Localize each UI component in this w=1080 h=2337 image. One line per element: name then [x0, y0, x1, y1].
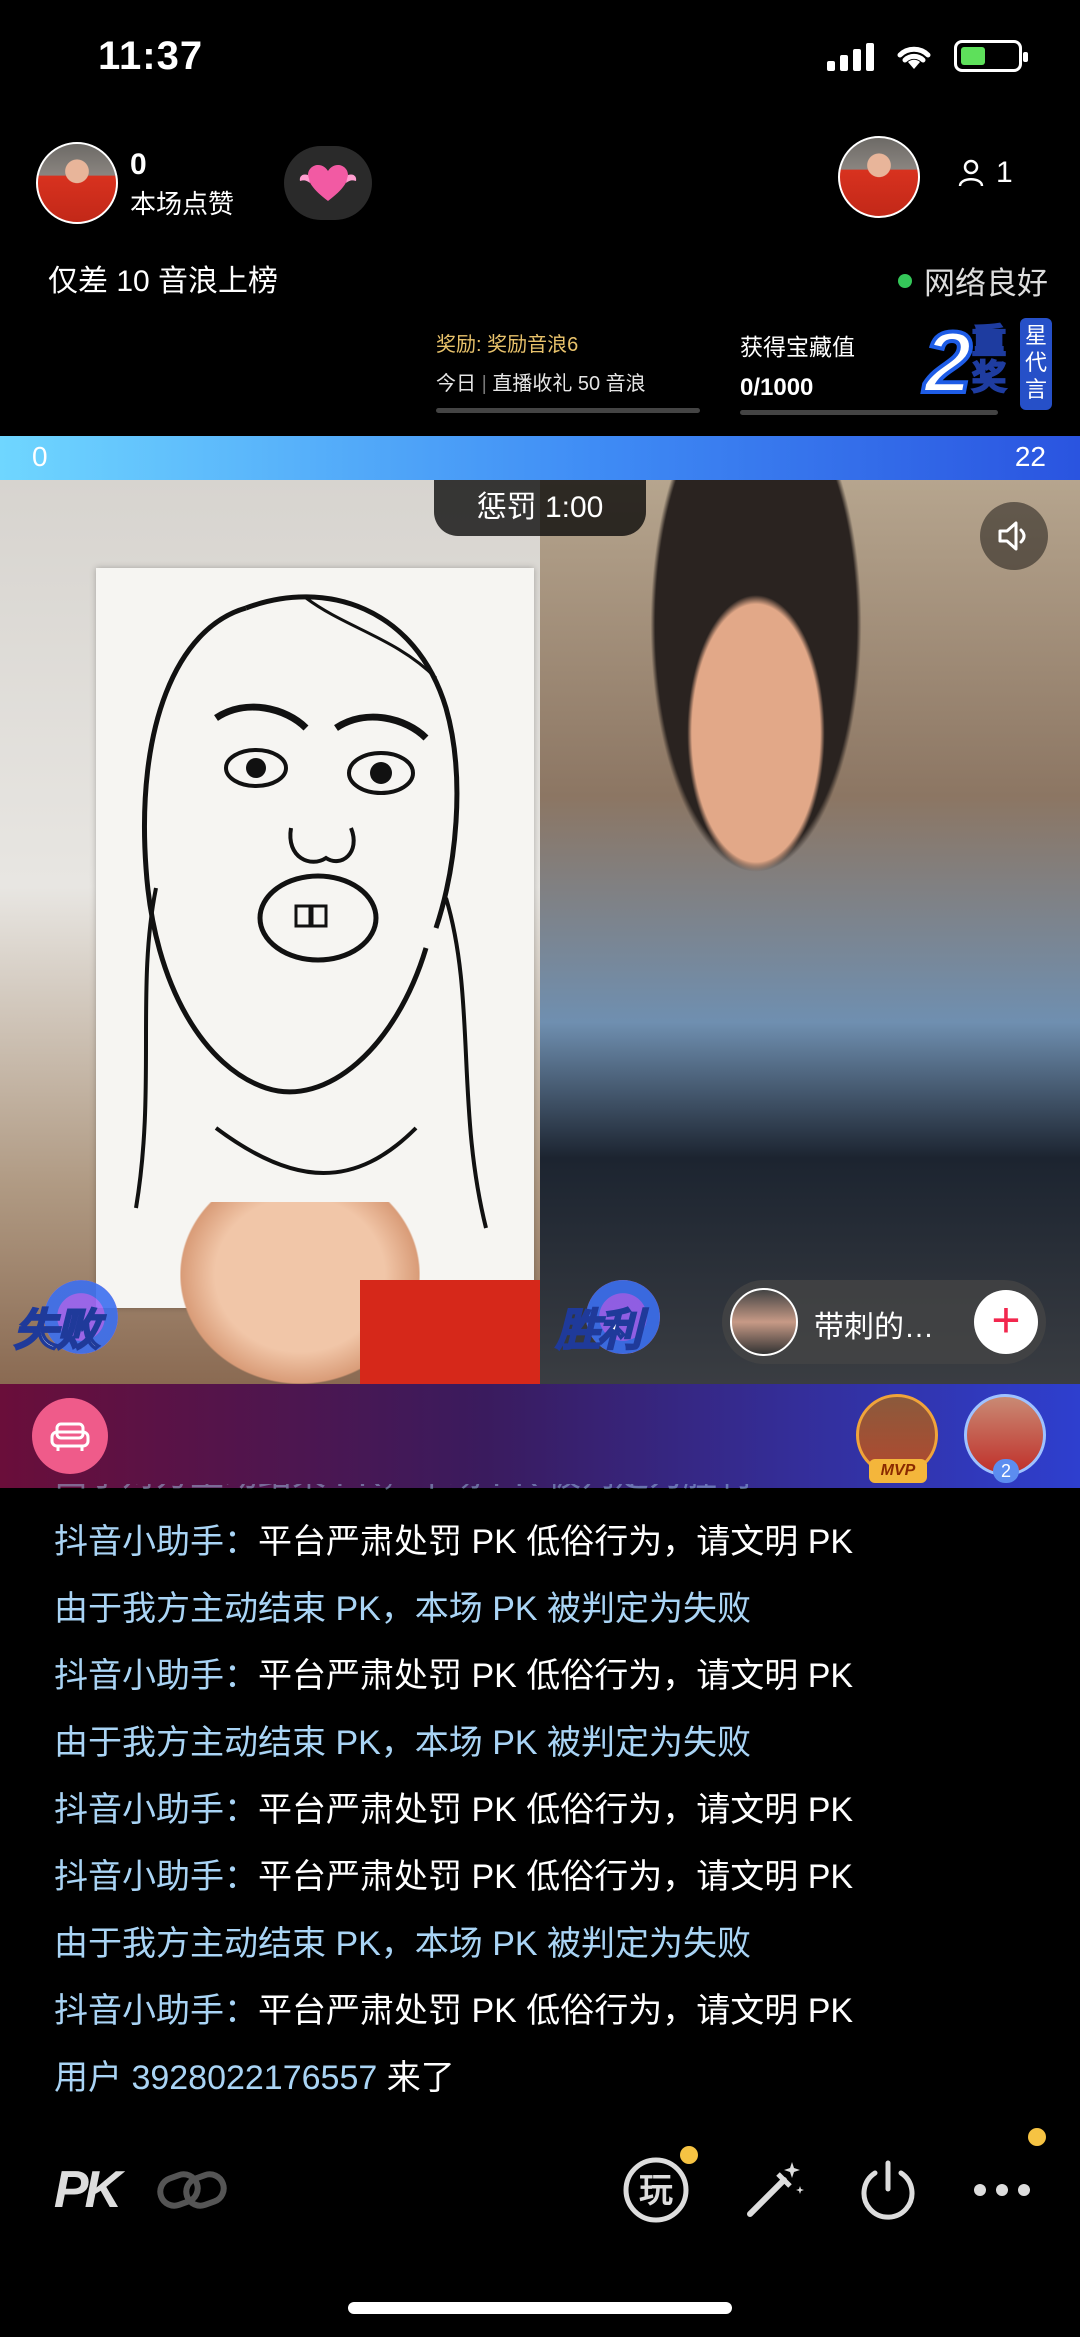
chat-message[interactable]: 抖音小助手：平台严肃处罚 PK 低俗行为，请文明 PK — [54, 1643, 1034, 1710]
wifi-icon — [897, 46, 931, 69]
chat-list[interactable]: 由于对方主动结束 PK，本场 PK 被判定为胜利抖音小助手：平台严肃处罚 PK … — [54, 1484, 1034, 2132]
badge-number: 2 — [922, 313, 974, 413]
network-dot-icon — [898, 273, 912, 288]
chat-system-message[interactable]: 由于我方主动结束 PK，本场 PK 被判定为失败 — [54, 1710, 1034, 1777]
opponent-name: 带刺的… — [814, 1311, 934, 1344]
opponent-info-pill[interactable]: 带刺的… + — [722, 1280, 1046, 1364]
host-video[interactable] — [0, 480, 540, 1384]
reward-title: 奖励: 奖励音浪6 — [436, 334, 579, 356]
red-shirt — [360, 1280, 540, 1384]
chat-username[interactable]: 抖音小助手： — [54, 1858, 258, 1896]
chat-system-message[interactable]: 由于我方主动结束 PK，本场 PK 被判定为失败 — [54, 1911, 1034, 1978]
status-time: 11:37 — [98, 34, 204, 78]
chat-text: 平台严肃处罚 PK 低俗行为，请文明 PK — [258, 1791, 854, 1829]
link-button[interactable] — [152, 2150, 232, 2230]
chat-system-message[interactable]: 由于我方主动结束 PK，本场 PK 被判定为失败 — [54, 1576, 1034, 1643]
viewer-count-value: 1 — [996, 156, 1013, 189]
viewer-avatar[interactable] — [838, 136, 920, 218]
power-icon — [861, 2160, 915, 2220]
chat-username[interactable]: 抖音小助手： — [54, 1523, 258, 1561]
star-endorsement-badge[interactable]: 2 重 奖 星代言 — [920, 313, 1052, 413]
chat-username[interactable]: 抖音小助手： — [54, 1992, 258, 2030]
chat-message[interactable]: 抖音小助手：平台严肃处罚 PK 低俗行为，请文明 PK — [54, 1844, 1034, 1911]
top-contributor-avatar[interactable]: MVP — [856, 1394, 938, 1483]
badge-title: 重 奖 — [971, 323, 1007, 397]
win-result-text: 胜利 — [555, 1305, 643, 1356]
more-icon — [974, 2184, 1030, 2196]
chat-username[interactable]: 抖音小助手： — [54, 1657, 258, 1695]
win-result-badge: 胜利 — [555, 1280, 674, 1360]
heart-wings-button[interactable] — [284, 146, 372, 220]
host-avatar[interactable] — [36, 142, 118, 224]
lose-result-text: 失败 — [13, 1305, 101, 1356]
contributor-bar: MVP 2 — [0, 1384, 1080, 1488]
magic-wand-icon — [747, 2162, 804, 2217]
sound-toggle-button[interactable] — [980, 502, 1048, 570]
link-icon — [157, 2171, 227, 2209]
play-label: 玩 — [639, 2171, 673, 2211]
person-icon — [958, 159, 984, 187]
more-button[interactable] — [962, 2128, 1046, 2230]
caricature-drawing — [96, 568, 534, 1308]
reward-requirement: 直播收礼 50 音浪 — [492, 373, 646, 395]
pk-left-score: 0 — [32, 441, 48, 472]
sofa-icon — [50, 1422, 90, 1451]
reward-progress-bar — [436, 408, 700, 413]
end-live-button[interactable] — [848, 2150, 928, 2230]
home-indicator — [348, 2302, 732, 2314]
network-status: 网络良好 — [898, 258, 1048, 303]
rank-text[interactable]: 仅差 10 音浪上榜 — [48, 256, 278, 300]
cellular-signal-icon — [827, 41, 874, 71]
like-count: 0 — [130, 148, 147, 181]
sofa-button[interactable] — [32, 1398, 108, 1474]
caricature-sketch-icon — [134, 594, 488, 1229]
play-icon: 玩 — [623, 2157, 689, 2223]
pk-video-area: 惩罚 1:00 失败 胜利 带刺的… + — [0, 480, 1080, 1384]
chat-text: 平台严肃处罚 PK 低俗行为，请文明 PK — [258, 1657, 854, 1695]
chat-message[interactable]: 抖音小助手：平台严肃处罚 PK 低俗行为，请文明 PK — [54, 1978, 1034, 2045]
chat-text: 平台严肃处罚 PK 低俗行为，请文明 PK — [258, 1858, 854, 1896]
status-icons — [827, 40, 1028, 72]
status-bar: 11:37 — [0, 0, 1080, 120]
play-notify-dot — [680, 2146, 698, 2164]
opponent-video[interactable] — [540, 480, 1080, 1384]
reward-task[interactable]: 奖励: 奖励音浪6 今日 | 直播收礼 50 音浪 — [436, 328, 700, 413]
chat-text: 平台严肃处罚 PK 低俗行为，请文明 PK — [258, 1523, 854, 1561]
rank-badge: 2 — [993, 1459, 1019, 1483]
opponent-avatar[interactable] — [730, 1288, 798, 1356]
speaker-icon — [998, 521, 1026, 551]
badge-side-text: 星代言 — [1020, 318, 1052, 410]
chat-message[interactable]: 用户 3928022176557 来了 — [54, 2045, 1034, 2112]
chat-text: 来了 — [377, 2059, 455, 2097]
magic-button[interactable] — [734, 2150, 814, 2230]
follow-plus-button[interactable]: + — [974, 1290, 1038, 1354]
chat-text: 平台严肃处罚 PK 低俗行为，请文明 PK — [258, 1992, 854, 2030]
bottom-toolbar: PK 玩 — [0, 2128, 1080, 2250]
pk-button[interactable]: PK — [36, 2150, 136, 2230]
play-button[interactable]: 玩 — [616, 2146, 698, 2230]
chat-system-message[interactable]: 由于对方主动结束 PK，本场 PK 被判定为胜利 — [54, 1484, 1034, 1509]
penalty-timer: 惩罚 1:00 — [434, 480, 646, 536]
network-status-label: 网络良好 — [924, 266, 1048, 301]
badge-title-line2: 奖 — [971, 359, 1007, 397]
like-label: 本场点赞 — [130, 189, 235, 219]
reward-desc: 今日 | 直播收礼 50 音浪 — [436, 373, 646, 395]
badge-title-line1: 重 — [971, 323, 1007, 361]
lose-result-badge: 失败 — [13, 1280, 132, 1360]
chat-username[interactable]: 用户 3928022176557 — [54, 2059, 377, 2097]
pk-icon: PK — [53, 2161, 122, 2219]
winged-heart-icon — [299, 165, 357, 201]
viewer-count[interactable]: 1 — [958, 156, 1013, 190]
reward-day: 今日 — [436, 373, 476, 395]
chat-username[interactable]: 抖音小助手： — [54, 1791, 258, 1829]
pk-score-bar: 0 22 — [0, 436, 1080, 480]
chat-message[interactable]: 抖音小助手：平台严肃处罚 PK 低俗行为，请文明 PK — [54, 1777, 1034, 1844]
pk-right-score: 22 — [1014, 441, 1046, 472]
mvp-badge: MVP — [869, 1459, 927, 1483]
second-contributor-avatar[interactable]: 2 — [964, 1394, 1046, 1483]
battery-icon — [954, 40, 1028, 72]
chat-message[interactable]: 抖音小助手：平台严肃处罚 PK 低俗行为，请文明 PK — [54, 1509, 1034, 1576]
more-notify-dot — [1028, 2128, 1046, 2146]
